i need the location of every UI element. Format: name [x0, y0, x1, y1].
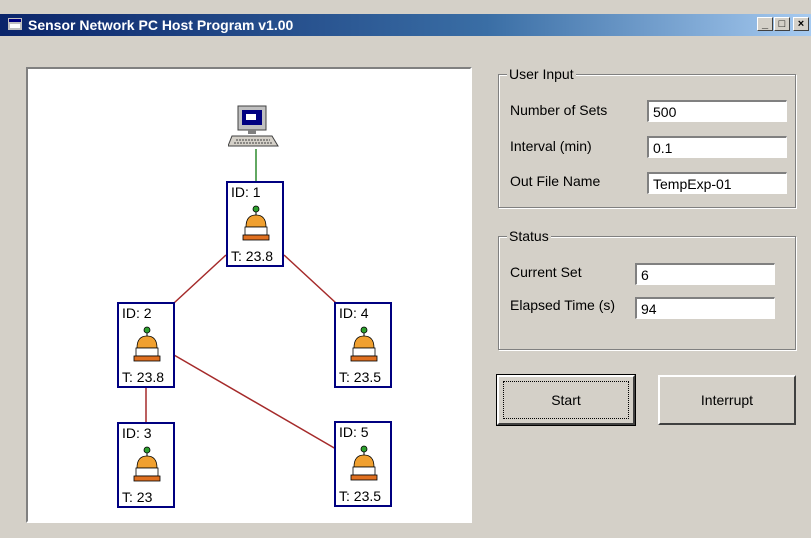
- sensor-node-5[interactable]: ID: 5 T: 23.5: [334, 421, 392, 507]
- network-canvas: ID: 1 T: 23.8 ID: 2 T: 23.8 ID: 3 T: 23 …: [26, 67, 472, 523]
- start-button[interactable]: Start: [496, 374, 636, 426]
- current-set-field[interactable]: [635, 263, 775, 285]
- sensor-node-1[interactable]: ID: 1 T: 23.8: [226, 181, 284, 267]
- out-file-label: Out File Name: [510, 173, 601, 189]
- out-file-input[interactable]: [647, 172, 787, 194]
- status-title: Status: [507, 228, 551, 244]
- sensor-node-4[interactable]: ID: 4 T: 23.5: [334, 302, 392, 388]
- number-of-sets-input[interactable]: [647, 100, 787, 122]
- window-title: Sensor Network PC Host Program v1.00: [28, 17, 294, 33]
- maximize-icon: □: [778, 18, 786, 30]
- sensor-icon: [133, 326, 161, 362]
- node-id-label: ID: 2: [122, 305, 152, 321]
- link-1-2: [173, 254, 227, 304]
- sensor-node-2[interactable]: ID: 2 T: 23.8: [117, 302, 175, 388]
- node-id-label: ID: 1: [231, 184, 261, 200]
- node-temp-label: T: 23.5: [339, 369, 382, 385]
- sensor-node-3[interactable]: ID: 3 T: 23: [117, 422, 175, 508]
- focus-rectangle: [503, 381, 629, 419]
- elapsed-time-label: Elapsed Time (s): [510, 297, 616, 313]
- computer-icon: [228, 105, 279, 147]
- minimize-button[interactable]: _: [757, 17, 773, 31]
- user-input-group: User Input Number of Sets Interval (min)…: [498, 66, 796, 208]
- node-id-label: ID: 4: [339, 305, 369, 321]
- close-button[interactable]: ×: [793, 17, 809, 31]
- title-bar[interactable]: Sensor Network PC Host Program v1.00 _ □…: [0, 14, 811, 36]
- user-input-title: User Input: [507, 66, 576, 82]
- elapsed-time-field[interactable]: [635, 297, 775, 319]
- sensor-icon: [350, 445, 378, 481]
- status-group: Status Current Set Elapsed Time (s): [498, 228, 796, 350]
- node-id-label: ID: 3: [122, 425, 152, 441]
- current-set-label: Current Set: [510, 264, 582, 280]
- number-of-sets-label: Number of Sets: [510, 102, 608, 118]
- sensor-icon: [350, 326, 378, 362]
- interrupt-button[interactable]: Interrupt: [658, 375, 796, 425]
- interval-input[interactable]: [647, 136, 787, 158]
- node-temp-label: T: 23.5: [339, 488, 382, 504]
- maximize-button[interactable]: □: [774, 17, 790, 31]
- app-icon: [8, 18, 22, 30]
- interrupt-button-label: Interrupt: [700, 392, 754, 408]
- interval-label: Interval (min): [510, 138, 592, 154]
- node-temp-label: T: 23: [122, 489, 153, 505]
- minimize-icon: _: [761, 18, 769, 30]
- app-window: Sensor Network PC Host Program v1.00 _ □…: [0, 0, 811, 538]
- node-temp-label: T: 23.8: [122, 369, 165, 385]
- link-2-5: [173, 354, 337, 450]
- link-1-4: [283, 254, 337, 304]
- node-id-label: ID: 5: [339, 424, 369, 440]
- sensor-icon: [133, 446, 161, 482]
- close-icon: ×: [797, 18, 805, 30]
- sensor-icon: [242, 205, 270, 241]
- node-temp-label: T: 23.8: [231, 248, 274, 264]
